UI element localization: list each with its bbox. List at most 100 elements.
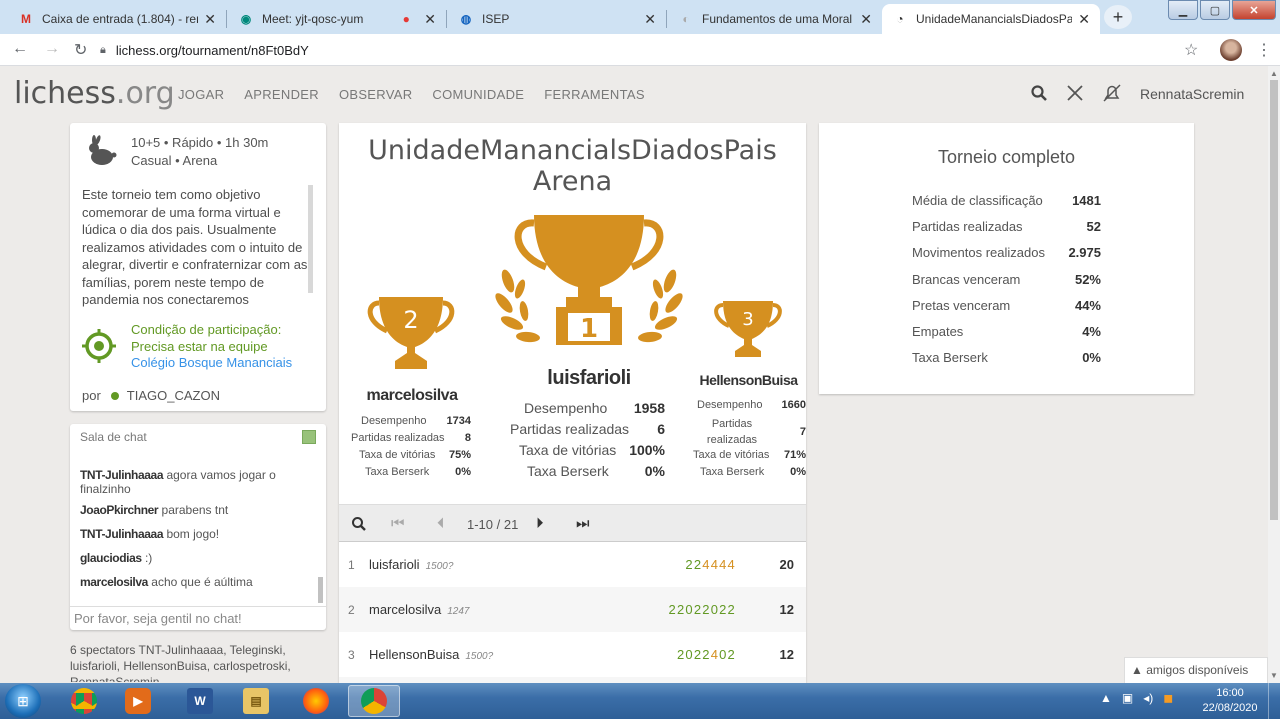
chat-input[interactable]: Por favor, seja gentil no chat! (70, 606, 326, 630)
browser-tab-fundamentos[interactable]: ◐ Fundamentos de uma Moral de ✕ (668, 4, 882, 34)
nav-jogar[interactable]: JOGAR (178, 87, 224, 102)
tray-expand-icon[interactable]: ▲ (1100, 691, 1112, 705)
prev-page-icon[interactable]: ⏴ (437, 515, 445, 532)
nav-aprender[interactable]: APRENDER (244, 87, 319, 102)
browser-tab-gmail[interactable]: M Caixa de entrada (1.804) - renna ✕ (8, 4, 226, 34)
volume-icon[interactable]: ◂) (1143, 691, 1153, 705)
chat-scrollbar[interactable] (318, 577, 323, 603)
close-tab-icon[interactable]: ✕ (860, 11, 872, 28)
search-icon[interactable] (1030, 84, 1048, 102)
window-controls: ▁ ▢ ✕ (1166, 0, 1276, 20)
new-tab-button[interactable]: + (1104, 5, 1132, 29)
stat-label: Partidas realizadas (912, 219, 1023, 234)
taskbar-word[interactable]: W (174, 685, 226, 717)
standings-row[interactable]: 1 luisfarioli 1500? 224444 20 (339, 542, 806, 587)
chat-user[interactable]: glauciodias (80, 551, 142, 565)
podium-first-player[interactable]: luisfarioli (509, 367, 669, 390)
tournament-name: UnidadeManancialsDiadosPais (368, 135, 777, 166)
search-icon[interactable] (351, 516, 367, 532)
standings-pager: ⏮ ⏴ 1-10 / 21 ⏵ ⏭ (339, 504, 806, 542)
stat-value: 75% (448, 449, 471, 461)
taskbar-chrome-active[interactable] (348, 685, 400, 717)
chat-user[interactable]: TNT-Julinhaaaa (80, 468, 163, 482)
podium-rank: 3 (742, 309, 753, 330)
chat-user[interactable]: JoaoPkirchner (80, 503, 159, 517)
podium-third-player[interactable]: HellensonBuisa (691, 372, 806, 388)
profile-avatar[interactable] (1220, 39, 1242, 61)
creator-link[interactable]: TIAGO_CAZON (127, 388, 220, 403)
stat-value: 4% (1082, 324, 1101, 339)
url-field[interactable]: 🔒︎ lichess.org/tournament/n8Ft0BdY (100, 38, 1200, 62)
chat-message: TNT-Julinhaaaa agora vamos jogar o final… (80, 468, 316, 496)
close-tab-icon[interactable]: ✕ (204, 11, 216, 28)
stat-label: Empates (912, 324, 964, 339)
nav-comunidade[interactable]: COMUNIDADE (432, 87, 524, 102)
bookmark-star-icon[interactable]: ☆ (1184, 40, 1198, 60)
close-tab-icon[interactable]: ✕ (1078, 11, 1090, 28)
scroll-down-icon[interactable]: ▼ (1270, 671, 1278, 680)
chat-user[interactable]: TNT-Julinhaaaa (80, 527, 163, 541)
browser-tab-isep[interactable]: ◍ ISEP ✕ (448, 4, 666, 34)
clock-date: 22/08/2020 (1202, 702, 1258, 714)
office-tray-icon[interactable]: ◼ (1163, 691, 1173, 705)
scrollbar-thumb[interactable] (1270, 80, 1278, 520)
chat-message: JoaoPkirchner parabens tnt (80, 503, 316, 517)
taskbar-firefox[interactable] (290, 685, 342, 717)
next-page-icon[interactable]: ⏵ (536, 515, 544, 532)
player-name[interactable]: luisfarioli (369, 557, 420, 572)
team-link[interactable]: Colégio Bosque Mananciais (131, 355, 292, 370)
browser-tab-lichess[interactable]: ◔ UnidadeManancialsDiadosPais ✕ (882, 4, 1100, 34)
podium-stat: Taxa de vitórias 100% (519, 442, 665, 458)
start-button[interactable]: ⊞ (5, 684, 41, 718)
swords-icon[interactable] (1066, 84, 1084, 102)
tournament-variant: Casual • Arena (131, 153, 218, 168)
lichess-icon: ◔ (896, 12, 904, 26)
globe-icon: ◍ (460, 12, 472, 26)
os-taskbar: ⊞ ▶ W ▤ ▲ ▣ ◂) ◼ 16:00 22/08/2020 (0, 683, 1280, 719)
podium-stat: Partidas realizadas 8 (351, 432, 471, 444)
nav-ferramentas[interactable]: FERRAMENTAS (544, 87, 645, 102)
standings-row[interactable]: 2 marcelosilva 1247 22022022 12 (339, 587, 806, 632)
stat-value: 0% (644, 463, 665, 479)
close-tab-icon[interactable]: ✕ (424, 11, 436, 28)
notifications-off-icon[interactable] (1102, 84, 1122, 102)
recording-icon: ● (402, 12, 410, 26)
last-page-icon[interactable]: ⏭ (576, 515, 590, 532)
player-name[interactable]: marcelosilva (369, 602, 441, 617)
podium-second-player[interactable]: marcelosilva (353, 387, 471, 405)
forward-icon[interactable]: → (44, 40, 60, 58)
stat-value: 0% (455, 466, 471, 478)
first-page-icon[interactable]: ⏮ (391, 515, 405, 532)
player-name[interactable]: HellensonBuisa (369, 647, 459, 662)
stat-value: 71% (783, 449, 806, 461)
friends-online-button[interactable]: ▲ amigos disponíveis (1124, 657, 1268, 683)
online-status-icon (110, 391, 119, 400)
podium-rank: 1 (580, 314, 598, 344)
maximize-button[interactable]: ▢ (1200, 0, 1230, 20)
stat-label: Taxa Berserk (912, 350, 988, 365)
header-icons (1030, 84, 1122, 102)
minimize-button[interactable]: ▁ (1168, 0, 1198, 20)
standings-row[interactable]: 3 HellensonBuisa 1500? 2022402 12 (339, 632, 806, 677)
taskbar-media-player[interactable]: ▶ (112, 685, 164, 717)
lock-icon: 🔒︎ (100, 43, 106, 56)
show-desktop-button[interactable] (1268, 683, 1280, 719)
back-icon[interactable]: ← (12, 40, 28, 58)
close-tab-icon[interactable]: ✕ (644, 11, 656, 28)
network-icon[interactable]: ▣ (1122, 691, 1133, 705)
menu-dots-icon[interactable]: ⋮ (1256, 40, 1272, 60)
browser-tab-meet[interactable]: ◉ Meet: yjt-qosc-yum ● ✕ (228, 4, 446, 34)
taskbar-chrome[interactable] (58, 685, 110, 717)
stat-label: Taxa Berserk (700, 466, 765, 478)
nav-observar[interactable]: OBSERVAR (339, 87, 412, 102)
scroll-up-icon[interactable]: ▲ (1270, 69, 1278, 78)
page-scrollbar[interactable]: ▲ ▼ (1268, 66, 1280, 683)
chat-user[interactable]: marcelosilva (80, 575, 148, 589)
close-window-button[interactable]: ✕ (1232, 0, 1276, 20)
user-menu[interactable]: RennataScremin (1140, 86, 1244, 102)
reload-icon[interactable]: ↻ (74, 40, 87, 60)
taskbar-explorer[interactable]: ▤ (230, 685, 282, 717)
site-logo[interactable]: lichess.org (14, 76, 175, 111)
taskbar-clock[interactable]: 16:00 22/08/2020 (1200, 686, 1260, 716)
description-scrollbar[interactable] (308, 185, 313, 293)
